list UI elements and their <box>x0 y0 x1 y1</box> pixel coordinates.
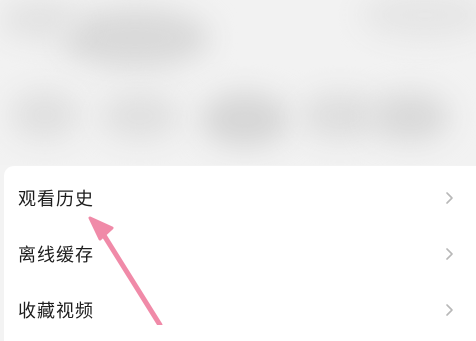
menu-item-label: 离线缓存 <box>18 245 94 266</box>
menu-item-label: 观看历史 <box>18 189 94 210</box>
menu-card: 观看历史 离线缓存 收藏视频 <box>4 166 476 341</box>
chevron-right-icon <box>446 304 453 316</box>
menu-item-watch-history[interactable]: 观看历史 <box>4 170 476 226</box>
menu-item-label: 收藏视频 <box>18 301 94 322</box>
blurred-region <box>360 0 476 40</box>
blurred-region <box>300 92 380 140</box>
chevron-right-icon <box>446 248 453 260</box>
blurred-region <box>370 92 450 142</box>
chevron-right-icon <box>446 192 453 204</box>
blurred-region <box>100 92 180 140</box>
blurred-region <box>200 92 290 147</box>
blurred-region <box>60 8 210 68</box>
blurred-region <box>0 0 80 40</box>
blurred-region <box>10 90 80 140</box>
menu-item-favorite-videos[interactable]: 收藏视频 <box>4 282 476 338</box>
blurred-profile-header <box>0 0 476 165</box>
menu-item-offline-cache[interactable]: 离线缓存 <box>4 226 476 282</box>
